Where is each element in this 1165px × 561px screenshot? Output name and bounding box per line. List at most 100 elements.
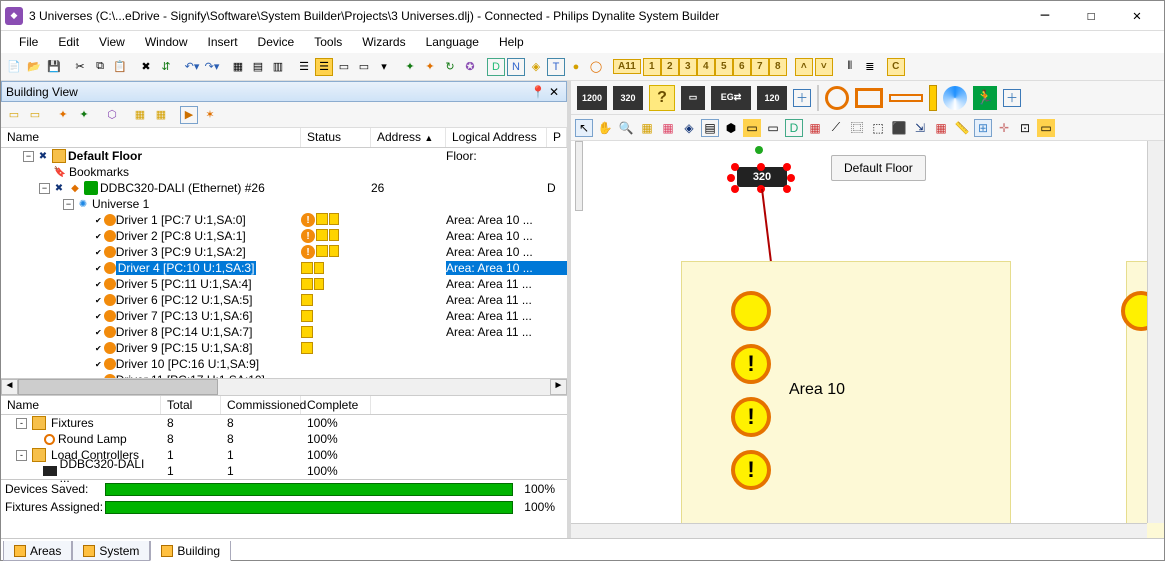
- list3-icon[interactable]: ▭: [335, 58, 353, 76]
- tab-building[interactable]: Building: [150, 541, 231, 561]
- driver-node[interactable]: Driver 1 [PC:7 U:1,SA:0]: [116, 213, 246, 227]
- ctb-13[interactable]: ⇲: [911, 119, 929, 137]
- driver-node[interactable]: Driver 6 [PC:12 U:1,SA:5]: [116, 293, 253, 307]
- ctb-d[interactable]: D: [785, 119, 803, 137]
- handle[interactable]: [783, 185, 791, 193]
- menu-language[interactable]: Language: [416, 33, 489, 51]
- grid2-icon[interactable]: ▤: [249, 58, 267, 76]
- menu-device[interactable]: Device: [248, 33, 305, 51]
- close-button[interactable]: ✕: [1114, 1, 1160, 31]
- ctb-17[interactable]: ✛: [995, 119, 1013, 137]
- ring-icon[interactable]: ◯: [587, 58, 605, 76]
- lamp-4-warn[interactable]: [731, 450, 771, 490]
- ctb-18[interactable]: ⊡: [1016, 119, 1034, 137]
- handle[interactable]: [757, 163, 765, 171]
- down-button[interactable]: ˅: [815, 58, 833, 76]
- grid1-icon[interactable]: ▦: [229, 58, 247, 76]
- sum-col-total[interactable]: Total: [161, 396, 221, 414]
- cut-icon[interactable]: ✂: [71, 58, 89, 76]
- preset-4[interactable]: 4: [697, 58, 715, 76]
- shape-long[interactable]: [889, 94, 923, 102]
- menu-insert[interactable]: Insert: [198, 33, 248, 51]
- shape-320[interactable]: 320: [613, 86, 643, 110]
- preset-2[interactable]: 2: [661, 58, 679, 76]
- pin-icon[interactable]: 📍: [530, 85, 546, 99]
- ctb-2[interactable]: ▦: [659, 119, 677, 137]
- list2-icon[interactable]: ☰: [315, 58, 333, 76]
- lamp-1[interactable]: [731, 291, 771, 331]
- bv-btn6[interactable]: ▦: [131, 106, 149, 124]
- ctb-8[interactable]: ▦: [806, 119, 824, 137]
- handle[interactable]: [787, 174, 795, 182]
- driver-node[interactable]: Driver 5 [PC:11 U:1,SA:4]: [116, 277, 252, 291]
- listopt-icon[interactable]: ≣: [861, 58, 879, 76]
- ctb-10[interactable]: ⿴: [848, 119, 866, 137]
- tree-hscroll[interactable]: ◄ ►: [1, 378, 567, 395]
- shape-eg[interactable]: EG⇄: [711, 86, 751, 110]
- grid3-icon[interactable]: ▥: [269, 58, 287, 76]
- driver-node[interactable]: Driver 9 [PC:15 U:1,SA:8]: [116, 341, 253, 355]
- handle[interactable]: [731, 163, 739, 171]
- measure-icon[interactable]: ⦀: [841, 58, 859, 76]
- shape-120[interactable]: 120: [757, 86, 787, 110]
- ctb-9[interactable]: ⟋: [827, 119, 845, 137]
- ctb-7[interactable]: ▭: [764, 119, 782, 137]
- ctb-1[interactable]: ▦: [638, 119, 656, 137]
- preset-1[interactable]: 1: [643, 58, 661, 76]
- col-address[interactable]: Address ▲: [371, 128, 446, 147]
- handle[interactable]: [783, 163, 791, 171]
- redo-icon[interactable]: ↷▾: [203, 58, 221, 76]
- preset-7[interactable]: 7: [751, 58, 769, 76]
- menu-file[interactable]: File: [9, 33, 48, 51]
- shape-add2-icon[interactable]: ＋: [1003, 89, 1021, 107]
- tool-a-icon[interactable]: ⇵: [157, 58, 175, 76]
- handle[interactable]: [731, 185, 739, 193]
- node-top[interactable]: [755, 146, 763, 154]
- shape-help-icon[interactable]: ?: [649, 85, 675, 111]
- tab-system[interactable]: System: [72, 541, 150, 561]
- pointer-icon[interactable]: ↖: [575, 119, 593, 137]
- summary-item[interactable]: Round Lamp: [58, 432, 127, 446]
- bv-play-icon[interactable]: ▶: [180, 106, 198, 124]
- menu-tools[interactable]: Tools: [304, 33, 352, 51]
- scroll-thumb[interactable]: [18, 379, 218, 395]
- preset-3[interactable]: 3: [679, 58, 697, 76]
- expander-icon[interactable]: -: [16, 418, 27, 429]
- driver-node[interactable]: Driver 7 [PC:13 U:1,SA:6]: [116, 309, 253, 323]
- driver-node[interactable]: Driver 3 [PC:9 U:1,SA:2]: [116, 245, 246, 259]
- handle[interactable]: [727, 174, 735, 182]
- bookmarks-node[interactable]: Bookmarks: [69, 165, 129, 179]
- delete-icon[interactable]: ✖: [137, 58, 155, 76]
- tab-areas[interactable]: Areas: [3, 541, 72, 561]
- tag-icon[interactable]: ◈: [527, 58, 545, 76]
- layers-icon[interactable]: ◈: [680, 119, 698, 137]
- save-icon[interactable]: 💾: [45, 58, 63, 76]
- hand-icon[interactable]: ✋: [596, 119, 614, 137]
- ruler-icon[interactable]: 📏: [953, 119, 971, 137]
- ctb-16[interactable]: ⊞: [974, 119, 992, 137]
- undo-icon[interactable]: ↶▾: [183, 58, 201, 76]
- bulb-icon[interactable]: ●: [567, 58, 585, 76]
- default-floor-button[interactable]: Default Floor: [831, 155, 926, 181]
- minimize-button[interactable]: ─: [1022, 1, 1068, 31]
- menu-edit[interactable]: Edit: [48, 33, 89, 51]
- n-icon[interactable]: N: [507, 58, 525, 76]
- driver-node[interactable]: Driver 10 [PC:16 U:1,SA:9]: [116, 357, 259, 371]
- canvas-vscroll[interactable]: [1147, 141, 1164, 523]
- shape-exit-icon[interactable]: 🏃: [973, 86, 997, 110]
- wand1-icon[interactable]: ✦: [401, 58, 419, 76]
- ctb-5[interactable]: ⬢: [722, 119, 740, 137]
- ctb-11[interactable]: ⬚: [869, 119, 887, 137]
- panel-close-icon[interactable]: ✕: [546, 85, 562, 99]
- summary-item[interactable]: Fixtures: [51, 416, 94, 430]
- area-10-box[interactable]: [681, 261, 1011, 540]
- zoom-icon[interactable]: 🔍: [617, 119, 635, 137]
- bv-btn1[interactable]: ▭: [5, 106, 23, 124]
- sum-col-complete[interactable]: Complete: [301, 396, 371, 414]
- preset-6[interactable]: 6: [733, 58, 751, 76]
- t-icon[interactable]: T: [547, 58, 565, 76]
- shape-rect[interactable]: [855, 88, 883, 108]
- driver-node[interactable]: Driver 11 [PC:17 U:1,SA:10]: [116, 373, 265, 378]
- preset-5[interactable]: 5: [715, 58, 733, 76]
- list1-icon[interactable]: ☰: [295, 58, 313, 76]
